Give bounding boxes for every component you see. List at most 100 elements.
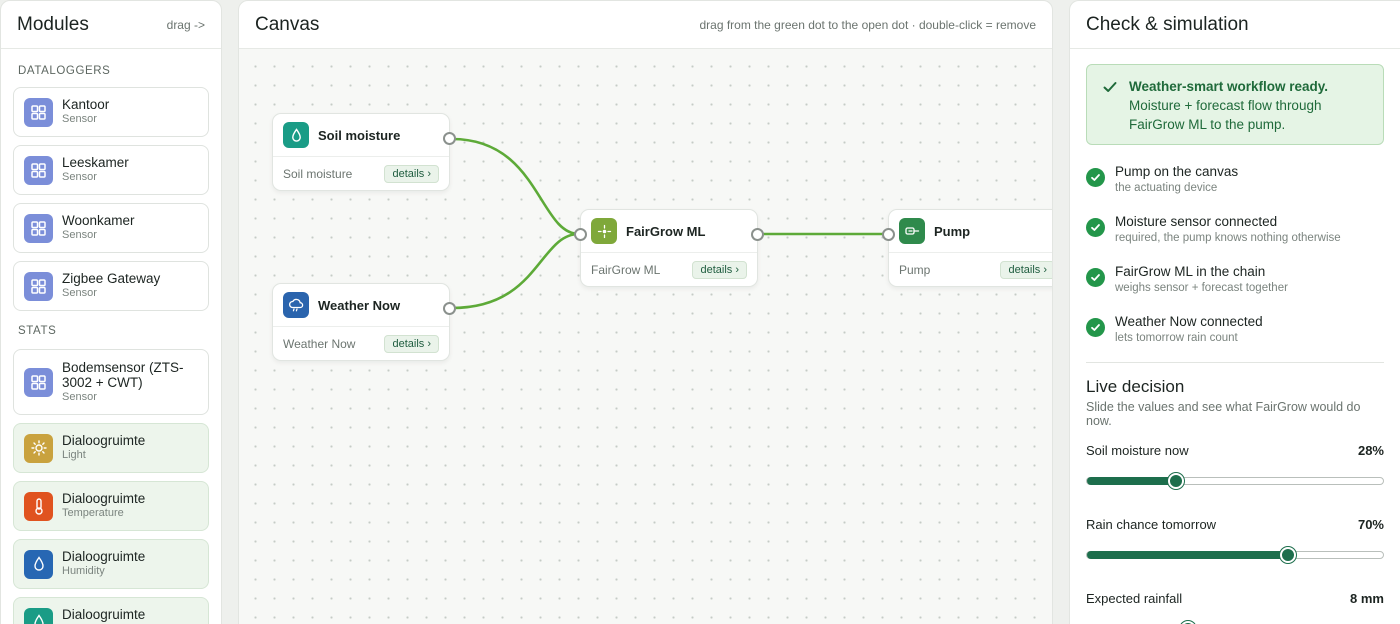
- slider-rain-chance: Rain chance tomorrow 70%: [1070, 514, 1400, 563]
- valve-icon: [899, 218, 925, 244]
- slider-soil-moisture: Soil moisture now 28%: [1070, 440, 1400, 489]
- module-type: Sensor: [62, 390, 97, 403]
- node-weather-now[interactable]: Weather Now Weather Now details ›: [272, 283, 456, 361]
- slider-value: 8 mm: [1350, 590, 1384, 606]
- module-zigbee-gateway[interactable]: Zigbee Gateway Sensor: [13, 261, 209, 311]
- check-title: Check & simulation: [1086, 13, 1249, 35]
- check-subtitle: the actuating device: [1115, 182, 1218, 194]
- canvas-area[interactable]: Soil moisture Soil moisture details › We…: [239, 49, 1052, 624]
- status-title: Weather-smart workflow ready.: [1129, 79, 1329, 94]
- section-label-stats: STATS: [18, 325, 57, 337]
- module-type: Sensor: [62, 287, 97, 299]
- thermometer-icon: [24, 491, 53, 521]
- details-button[interactable]: details ›: [1000, 261, 1052, 279]
- check-title: Weather Now connected: [1115, 314, 1263, 329]
- grid-icon: [24, 213, 53, 243]
- module-leeskamer[interactable]: Leeskamer Sensor: [13, 145, 209, 195]
- slider-value: 70%: [1357, 516, 1384, 532]
- module-dialoogruimte-light[interactable]: Dialoogruimte Light: [13, 423, 209, 473]
- node-fairgrow-ml[interactable]: FairGrow ML FairGrow ML details ›: [574, 209, 764, 287]
- module-type: Light: [62, 449, 86, 461]
- details-button[interactable]: details ›: [692, 261, 747, 279]
- check-item: FairGrow ML in the chain weighs sensor +…: [1086, 263, 1384, 313]
- module-type: Temperature: [62, 507, 124, 519]
- check-title: FairGrow ML in the chain: [1115, 264, 1266, 279]
- grid-icon: [24, 367, 53, 397]
- slider-fill: [1087, 477, 1176, 485]
- droplet-icon: [24, 607, 53, 624]
- wire-weather-to-fairgrow[interactable]: [451, 232, 580, 310]
- canvas-hint: drag from the green dot to the open dot …: [699, 17, 1036, 32]
- slider-thumb[interactable]: [1280, 547, 1297, 563]
- check-header: Check & simulation: [1070, 1, 1400, 49]
- node-title: FairGrow ML: [626, 223, 706, 239]
- node-soil-moisture[interactable]: Soil moisture Soil moisture details ›: [272, 113, 456, 191]
- check-subtitle: required, the pump knows nothing otherwi…: [1115, 232, 1341, 244]
- module-dialoogruimte-temperature[interactable]: Dialoogruimte Temperature: [13, 481, 209, 531]
- canvas-panel: Canvas drag from the green dot to the op…: [238, 0, 1053, 624]
- wire-soil-to-fairgrow[interactable]: [451, 137, 580, 236]
- slider-expected-rainfall: Expected rainfall 8 mm: [1070, 588, 1400, 624]
- check-title: Moisture sensor connected: [1115, 214, 1278, 229]
- details-button[interactable]: details ›: [384, 165, 439, 183]
- module-name: Dialoogruimte: [62, 491, 146, 506]
- slider-label: Rain chance tomorrow: [1086, 516, 1217, 532]
- module-name: Zigbee Gateway: [62, 271, 161, 286]
- output-port[interactable]: [751, 228, 764, 241]
- slider-track[interactable]: [1086, 473, 1384, 489]
- module-dialoogruimte-soil-moisture[interactable]: Dialoogruimte Soil moisture: [13, 597, 209, 624]
- slider-value: 28%: [1357, 442, 1384, 458]
- check-item: Weather Now connected lets tomorrow rain…: [1086, 313, 1384, 363]
- cloud-icon: [283, 292, 309, 318]
- canvas-header: Canvas drag from the green dot to the op…: [239, 1, 1052, 49]
- modules-title: Modules: [17, 13, 89, 35]
- node-title: Soil moisture: [318, 127, 401, 143]
- input-port[interactable]: [882, 228, 895, 241]
- check-subtitle: weighs sensor + forecast together: [1115, 282, 1288, 294]
- node-title: Pump: [934, 223, 971, 239]
- module-name: Dialoogruimte: [62, 433, 146, 448]
- check-subtitle: lets tomorrow rain count: [1115, 332, 1238, 344]
- module-type: Sensor: [62, 171, 97, 183]
- check-panel: Check & simulation Weather-smart workflo…: [1069, 0, 1400, 624]
- droplet-icon: [283, 122, 309, 148]
- section-label-dataloggers: DATALOGGERS: [18, 65, 111, 77]
- module-woonkamer[interactable]: Woonkamer Sensor: [13, 203, 209, 253]
- slider-thumb[interactable]: [1167, 473, 1184, 489]
- module-name: Leeskamer: [62, 155, 129, 170]
- node-subtitle: Soil moisture: [283, 167, 353, 181]
- module-type: Sensor: [62, 113, 97, 125]
- modules-panel: Modules drag -> DATALOGGERS Kantoor Sens…: [0, 0, 222, 624]
- node-subtitle: Pump: [899, 263, 931, 277]
- details-button[interactable]: details ›: [384, 335, 439, 353]
- slider-label: Expected rainfall: [1086, 590, 1183, 606]
- node-pump[interactable]: Pump Pump details ›: [882, 209, 1052, 287]
- module-dialoogruimte-humidity[interactable]: Dialoogruimte Humidity: [13, 539, 209, 589]
- module-bodemsensor[interactable]: Bodemsensor (ZTS-3002 + CWT) Sensor: [13, 349, 209, 415]
- status-banner: Weather-smart workflow ready. Moisture +…: [1086, 64, 1384, 145]
- node-subtitle: Weather Now: [283, 337, 356, 351]
- sun-icon: [24, 433, 53, 463]
- check-circle-icon: [1086, 168, 1105, 187]
- modules-header: Modules drag ->: [1, 1, 221, 49]
- canvas-title: Canvas: [255, 13, 320, 35]
- check-item: Pump on the canvas the actuating device: [1086, 163, 1384, 213]
- check-circle-icon: [1086, 218, 1105, 237]
- slider-label: Soil moisture now: [1086, 442, 1189, 458]
- check-item: Moisture sensor connected required, the …: [1086, 213, 1384, 263]
- module-type: Sensor: [62, 229, 97, 241]
- module-kantoor[interactable]: Kantoor Sensor: [13, 87, 209, 137]
- grid-icon: [24, 155, 53, 185]
- live-decision-subtitle: Slide the values and see what FairGrow w…: [1086, 400, 1361, 428]
- input-port[interactable]: [574, 228, 587, 241]
- grid-icon: [24, 271, 53, 301]
- module-name: Dialoogruimte: [62, 607, 146, 622]
- output-port[interactable]: [443, 302, 456, 315]
- output-port[interactable]: [443, 132, 456, 145]
- slider-track[interactable]: [1086, 547, 1384, 563]
- check-circle-icon: [1086, 318, 1105, 337]
- module-name: Bodemsensor (ZTS-3002 + CWT): [62, 359, 184, 390]
- node-title: Weather Now: [318, 297, 401, 313]
- drag-hint: drag ->: [166, 17, 205, 32]
- slider-fill: [1087, 551, 1289, 559]
